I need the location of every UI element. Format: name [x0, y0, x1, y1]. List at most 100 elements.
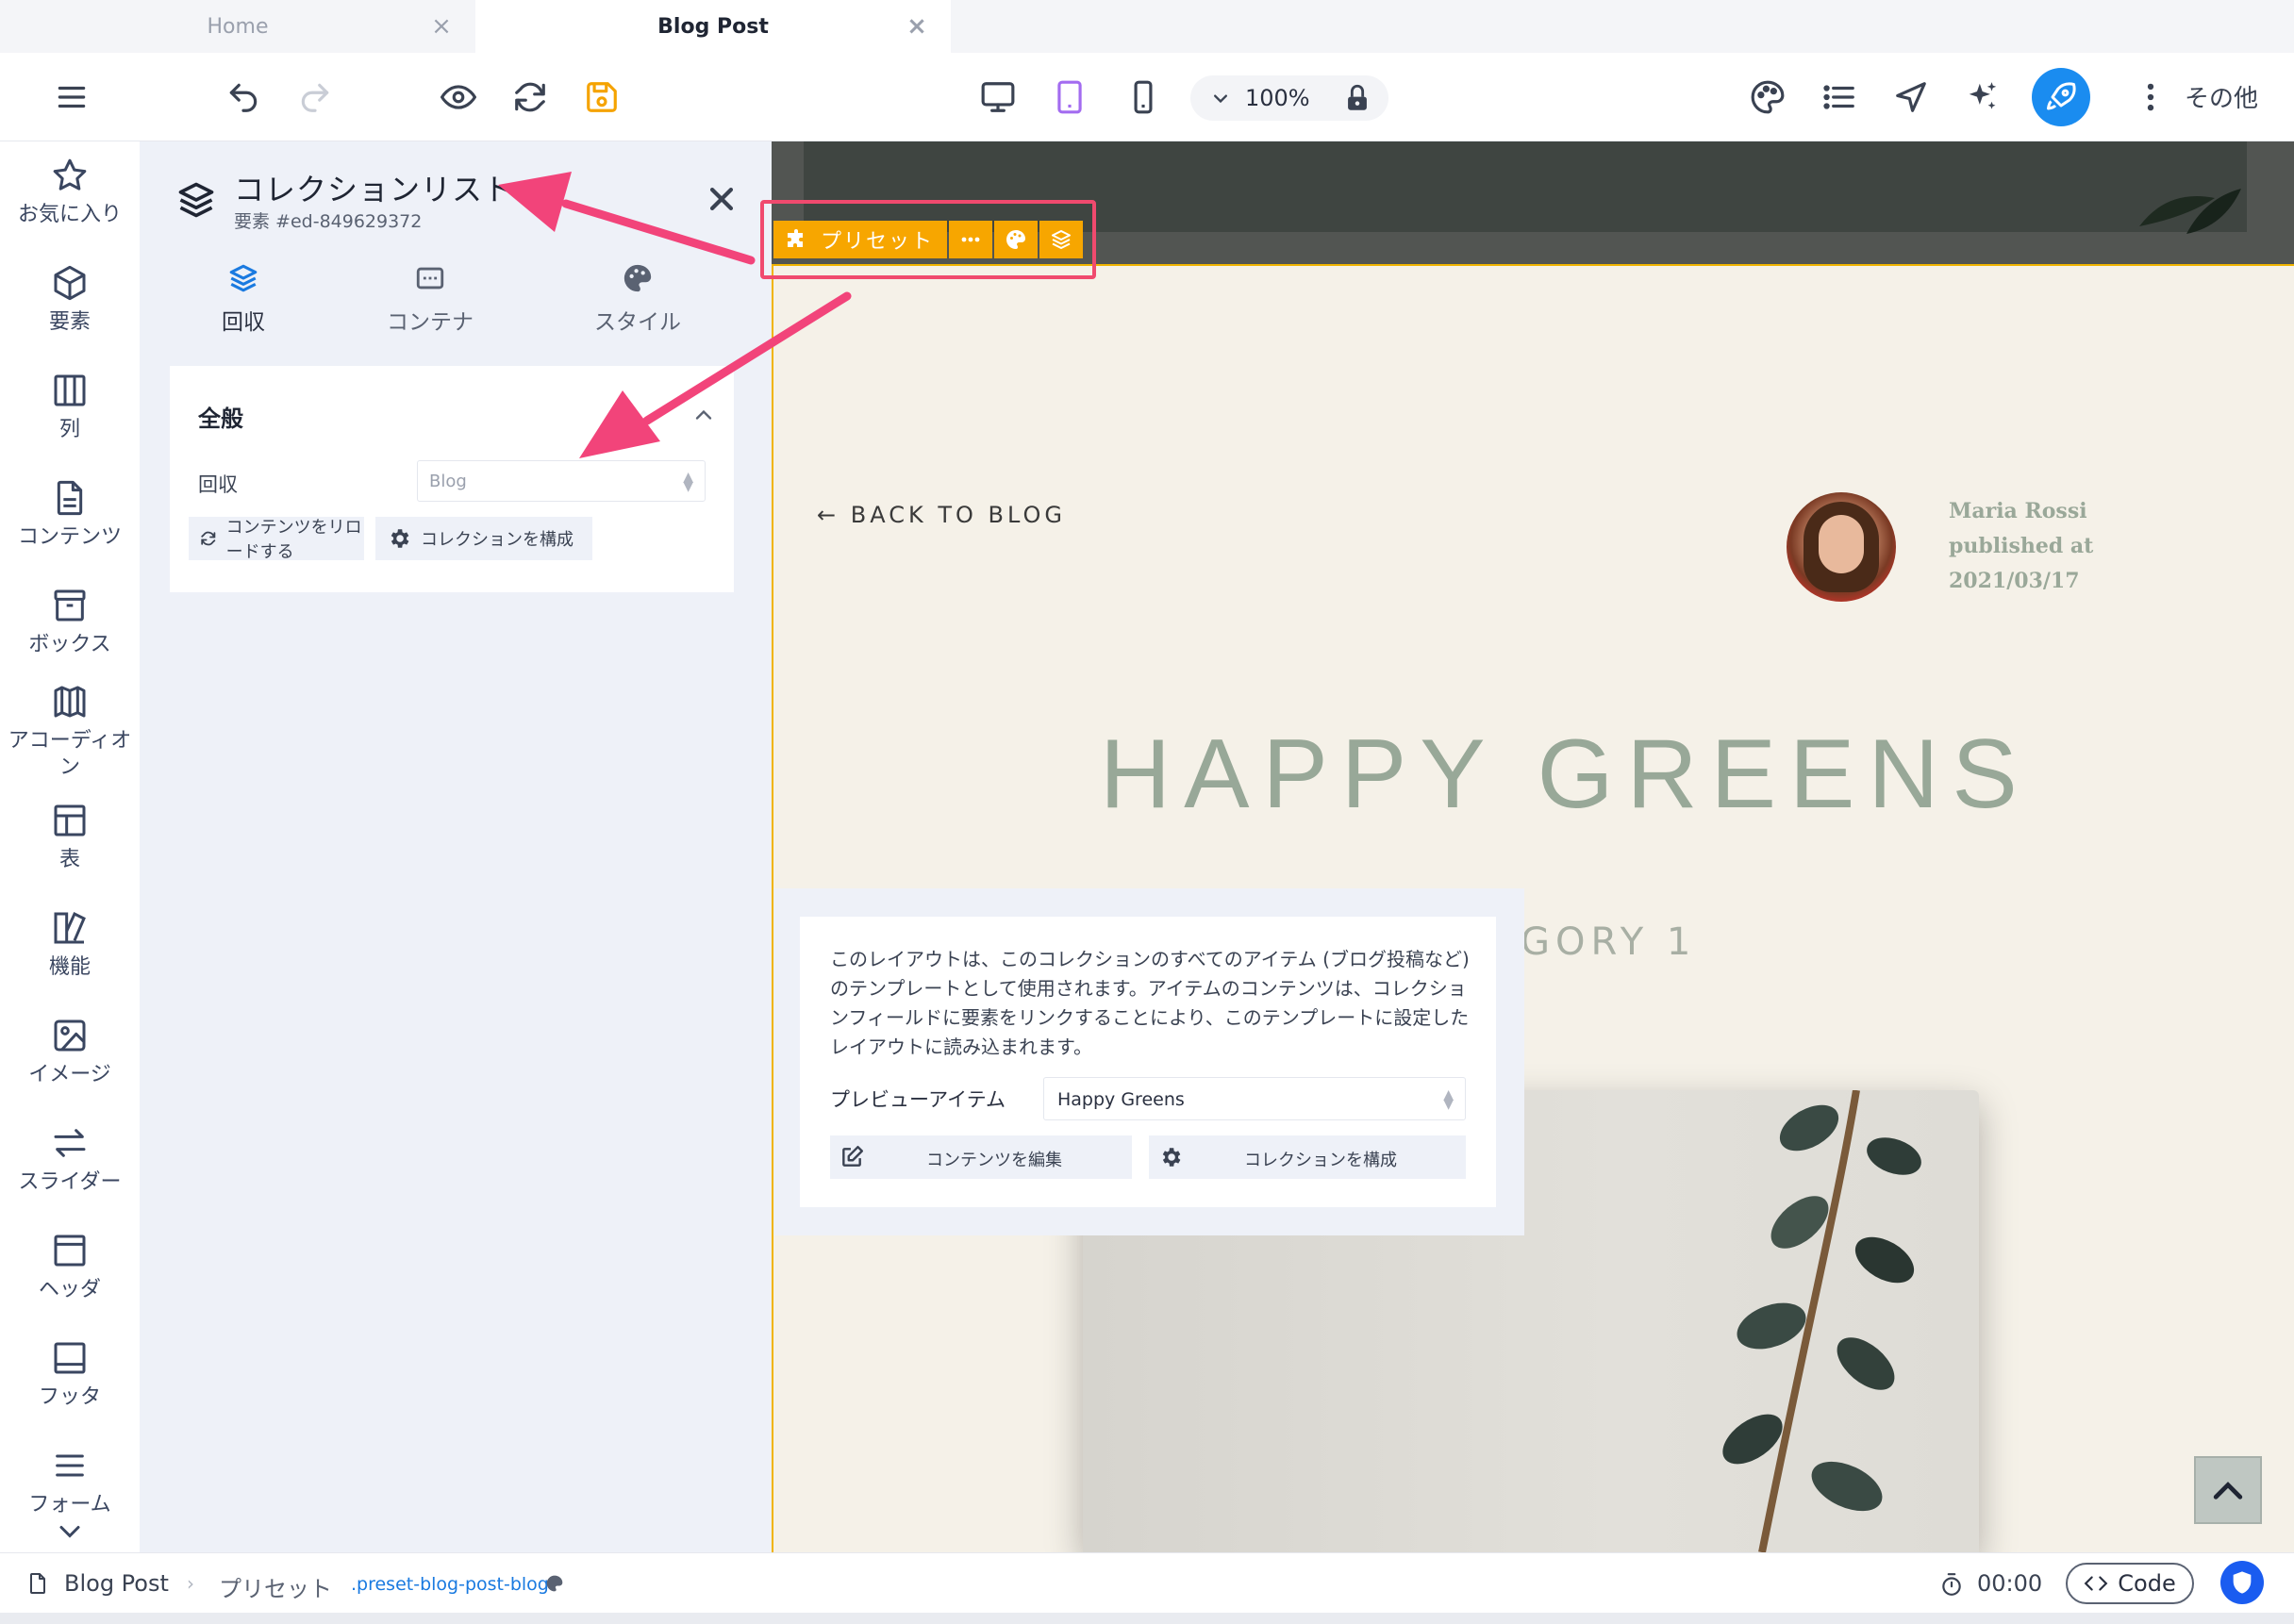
- rail-label: イメージ: [28, 1063, 111, 1086]
- configure-collection-button[interactable]: コレクションを構成: [1149, 1135, 1466, 1179]
- author-name: Maria Rossi: [1949, 499, 2087, 523]
- refresh-icon: [515, 82, 545, 112]
- preview-button[interactable]: [432, 71, 485, 124]
- rail-item-table[interactable]: 表: [0, 802, 140, 873]
- tab-home[interactable]: Home ×: [0, 0, 475, 53]
- code-editor-button[interactable]: Code: [2066, 1563, 2194, 1604]
- element-id: 要素 #ed-849629372: [234, 211, 423, 232]
- rail-label: フッタ: [38, 1385, 101, 1409]
- document-icon: [57, 480, 83, 516]
- mobile-view-button[interactable]: [1117, 71, 1170, 124]
- rail-item-features[interactable]: 機能: [0, 909, 140, 981]
- publish-button[interactable]: [2032, 68, 2090, 126]
- tablet-icon: [1057, 80, 1082, 114]
- breadcrumb-page[interactable]: Blog Post: [64, 1570, 169, 1597]
- menu-button[interactable]: [45, 71, 98, 124]
- author-avatar: [1787, 492, 1896, 602]
- rail-item-form[interactable]: フォーム: [0, 1447, 140, 1518]
- undo-icon: [229, 83, 258, 112]
- palette-icon: [1751, 80, 1785, 114]
- rail-item-favorites[interactable]: お気に入り: [0, 157, 140, 228]
- layers-button[interactable]: [1039, 221, 1084, 258]
- rail-label: コンテンツ: [17, 525, 122, 549]
- security-button[interactable]: [2220, 1561, 2264, 1604]
- close-icon[interactable]: ×: [428, 13, 455, 40]
- style-button[interactable]: [994, 221, 1039, 258]
- save-button[interactable]: [575, 71, 628, 124]
- tab-container[interactable]: コンテナ: [345, 262, 515, 336]
- stopwatch-icon: [1942, 1573, 1961, 1596]
- author-meta: Maria Rossi published at 2021/03/17: [1949, 494, 2093, 599]
- post-title[interactable]: HAPPY GREENS: [1100, 719, 2043, 831]
- slider-arrows-icon: [54, 1129, 86, 1157]
- ai-assistant-button[interactable]: [1956, 71, 2009, 124]
- more-options-button[interactable]: [949, 221, 993, 258]
- preview-item-value: Happy Greens: [1057, 1089, 1185, 1110]
- tab-label: コンテナ: [387, 310, 474, 335]
- more-label[interactable]: その他: [2185, 79, 2258, 114]
- close-icon[interactable]: [706, 183, 738, 215]
- navigate-button[interactable]: [1885, 71, 1937, 124]
- plant-leaf-image: [2139, 189, 2241, 234]
- post-category: GORY 1: [1521, 920, 1697, 964]
- zoom-control[interactable]: 100%: [1190, 75, 1388, 121]
- rail-item-footer[interactable]: フッタ: [0, 1339, 140, 1411]
- panel-title: コレクションリスト: [234, 172, 515, 207]
- theme-button[interactable]: [1741, 71, 1794, 124]
- desktop-view-button[interactable]: [972, 71, 1024, 124]
- rail-item-accordion[interactable]: アコーディオン: [0, 683, 140, 781]
- bottom-edge: [0, 1613, 2294, 1624]
- edit-content-button[interactable]: コンテンツを編集: [830, 1135, 1132, 1179]
- preview-item-label: プレビューアイテム: [830, 1088, 1006, 1111]
- list-icon: [1823, 85, 1854, 109]
- tablet-view-button[interactable]: [1043, 71, 1096, 124]
- page-canvas[interactable]: ← BACK TO BLOG Maria Rossi published at …: [772, 141, 2294, 1552]
- reload-content-button[interactable]: コンテンツをリロードする: [189, 517, 364, 562]
- rail-item-box[interactable]: ボックス: [0, 587, 140, 658]
- scroll-to-top-button[interactable]: [2194, 1456, 2262, 1524]
- undo-button[interactable]: [217, 71, 270, 124]
- puzzle-icon: [788, 229, 803, 247]
- rail-item-columns[interactable]: 列: [0, 372, 140, 443]
- back-to-blog-link[interactable]: ← BACK TO BLOG: [817, 502, 1066, 528]
- rail-item-image[interactable]: イメージ: [0, 1017, 140, 1088]
- more-menu-button[interactable]: [2124, 71, 2177, 124]
- accordion-icon: [54, 686, 86, 718]
- collection-select[interactable]: Blog ▲ ▼: [417, 460, 706, 502]
- rail-item-slider[interactable]: スライダー: [0, 1124, 140, 1196]
- tab-blog-post[interactable]: Blog Post ×: [475, 0, 951, 53]
- ai-sparkle-icon: [1969, 82, 1997, 109]
- rail-label: ボックス: [28, 633, 111, 656]
- chevron-down-icon[interactable]: [53, 1515, 87, 1549]
- chevron-down-icon[interactable]: [1207, 85, 1234, 111]
- chevron-up-icon: [2213, 1482, 2243, 1500]
- configure-collection-button[interactable]: コレクションを構成: [375, 517, 592, 560]
- tab-collection[interactable]: 回収: [158, 262, 328, 336]
- settings-panel: コレクションリスト 要素 #ed-849629372 回収 コンテナ スタイル …: [140, 141, 772, 1552]
- tab-style[interactable]: スタイル: [553, 262, 723, 336]
- lock-icon[interactable]: [1341, 82, 1373, 114]
- refresh-button[interactable]: [504, 71, 557, 124]
- cube-icon: [54, 265, 86, 301]
- rail-item-content[interactable]: コンテンツ: [0, 479, 140, 551]
- close-icon[interactable]: ×: [904, 13, 930, 40]
- rail-item-elements[interactable]: 要素: [0, 264, 140, 336]
- star-icon: [53, 158, 87, 191]
- container-icon: [416, 267, 444, 290]
- class-name[interactable]: .preset-blog-post-blog: [351, 1574, 549, 1595]
- breadcrumb-preset[interactable]: プリセット: [219, 1570, 332, 1603]
- palette-icon[interactable]: [545, 1574, 564, 1593]
- preview-item-select[interactable]: Happy Greens ▲ ▼: [1043, 1077, 1466, 1120]
- columns-icon: [54, 374, 86, 406]
- section-heading[interactable]: 全般: [198, 400, 243, 433]
- features-icon: [54, 911, 86, 944]
- tab-label: 回収: [222, 310, 265, 335]
- element-toolbar: プリセット: [773, 221, 1084, 258]
- button-label: コレクションを構成: [1244, 1151, 1397, 1170]
- navigator-button[interactable]: [1813, 71, 1866, 124]
- gear-icon: [391, 529, 409, 548]
- chevron-up-icon[interactable]: [690, 402, 717, 428]
- preset-button[interactable]: プリセット: [773, 221, 948, 258]
- rail-item-header[interactable]: ヘッダ: [0, 1232, 140, 1303]
- redo-button[interactable]: [289, 71, 341, 124]
